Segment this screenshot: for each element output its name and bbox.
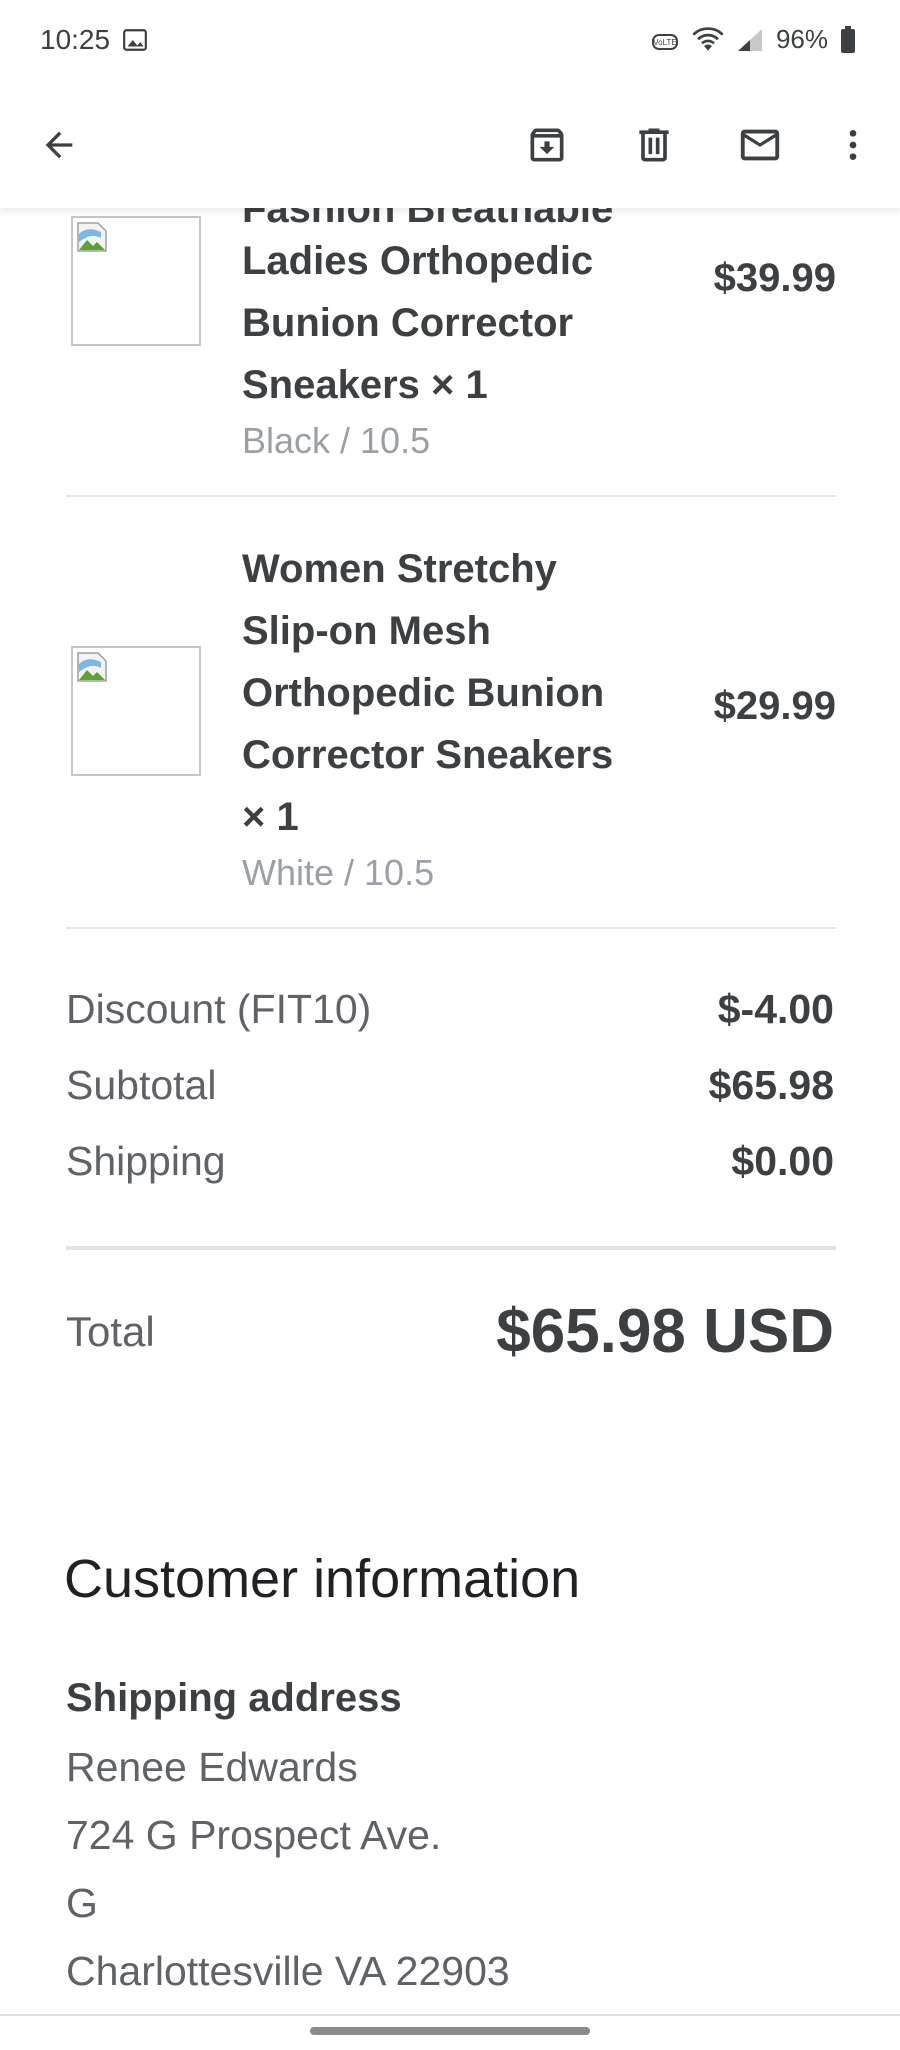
gallery-icon	[122, 27, 148, 53]
status-left: 10:25	[40, 24, 148, 56]
shipping-value: $0.00	[731, 1138, 834, 1184]
discount-value: $-4.00	[717, 986, 834, 1032]
address-street: 724 G Prospect Ave.	[66, 1812, 442, 1858]
product-image	[71, 646, 201, 776]
subtotal-label: Subtotal	[66, 1062, 217, 1108]
divider	[66, 495, 836, 497]
item-title-text: Women Stretchy Slip-on Mesh Orthopedic B…	[242, 547, 614, 839]
order-item: Ladies Orthopedic Bunion Corrector Sneak…	[66, 208, 836, 498]
status-time: 10:25	[40, 24, 111, 55]
product-image	[71, 216, 201, 346]
shipping-address-heading: Shipping address	[66, 1676, 402, 1720]
mark-unread-icon	[737, 122, 783, 173]
archive-button[interactable]	[512, 112, 582, 182]
shipping-row: Shipping $0.00	[66, 1138, 834, 1185]
status-right: VoLTE 96%	[650, 24, 856, 55]
item-price: $39.99	[713, 256, 836, 300]
total-divider	[66, 1246, 836, 1250]
email-content[interactable]: Fashion Breathable Ladies Orthopedic Bun…	[0, 208, 900, 2028]
mark-unread-button[interactable]	[725, 112, 795, 182]
subtotal-row: Subtotal $65.98	[66, 1062, 834, 1109]
status-bar: 10:25 VoLTE 96%	[0, 0, 900, 86]
svg-text:VoLTE: VoLTE	[653, 38, 676, 47]
total-row: Total $65.98 USD	[66, 1296, 834, 1367]
app-bar	[0, 86, 900, 208]
item-title: Ladies Orthopedic Bunion Corrector Sneak…	[242, 230, 642, 466]
item-variant: Black / 10.5	[242, 420, 431, 461]
shipping-label: Shipping	[66, 1138, 226, 1184]
address-name: Renee Edwards	[66, 1744, 358, 1790]
order-item: Women Stretchy Slip-on Mesh Orthopedic B…	[66, 508, 836, 908]
item-title-text: Ladies Orthopedic Bunion Corrector Sneak…	[242, 239, 594, 407]
subtotal-value: $65.98	[708, 1062, 834, 1108]
back-arrow-icon	[39, 125, 79, 170]
nav-divider	[0, 2014, 900, 2016]
delete-button[interactable]	[619, 112, 689, 182]
broken-image-icon	[77, 652, 107, 682]
home-indicator[interactable]	[310, 2027, 590, 2035]
total-value: $65.98 USD	[496, 1297, 834, 1366]
delete-icon	[632, 123, 676, 172]
signal-icon	[736, 27, 764, 53]
total-label: Total	[66, 1307, 155, 1355]
item-title: Women Stretchy Slip-on Mesh Orthopedic B…	[242, 538, 642, 898]
more-vert-icon	[833, 125, 873, 170]
address-city: Charlottesville VA 22903	[66, 1948, 510, 1994]
more-options-button[interactable]	[818, 112, 888, 182]
battery-percent: 96%	[775, 24, 828, 54]
battery-icon	[840, 25, 856, 54]
archive-icon	[525, 123, 569, 172]
divider	[66, 927, 836, 929]
customer-info-title: Customer information	[64, 1549, 581, 1609]
discount-label: Discount (FIT10)	[66, 986, 372, 1032]
discount-row: Discount (FIT10) $-4.00	[66, 986, 834, 1033]
item-variant: White / 10.5	[242, 852, 435, 893]
item-price: $29.99	[713, 684, 836, 728]
broken-image-icon	[77, 222, 107, 252]
address-unit: G	[66, 1880, 98, 1926]
wifi-icon	[692, 26, 724, 54]
back-button[interactable]	[24, 112, 94, 182]
volte-icon: VoLTE	[650, 27, 680, 53]
